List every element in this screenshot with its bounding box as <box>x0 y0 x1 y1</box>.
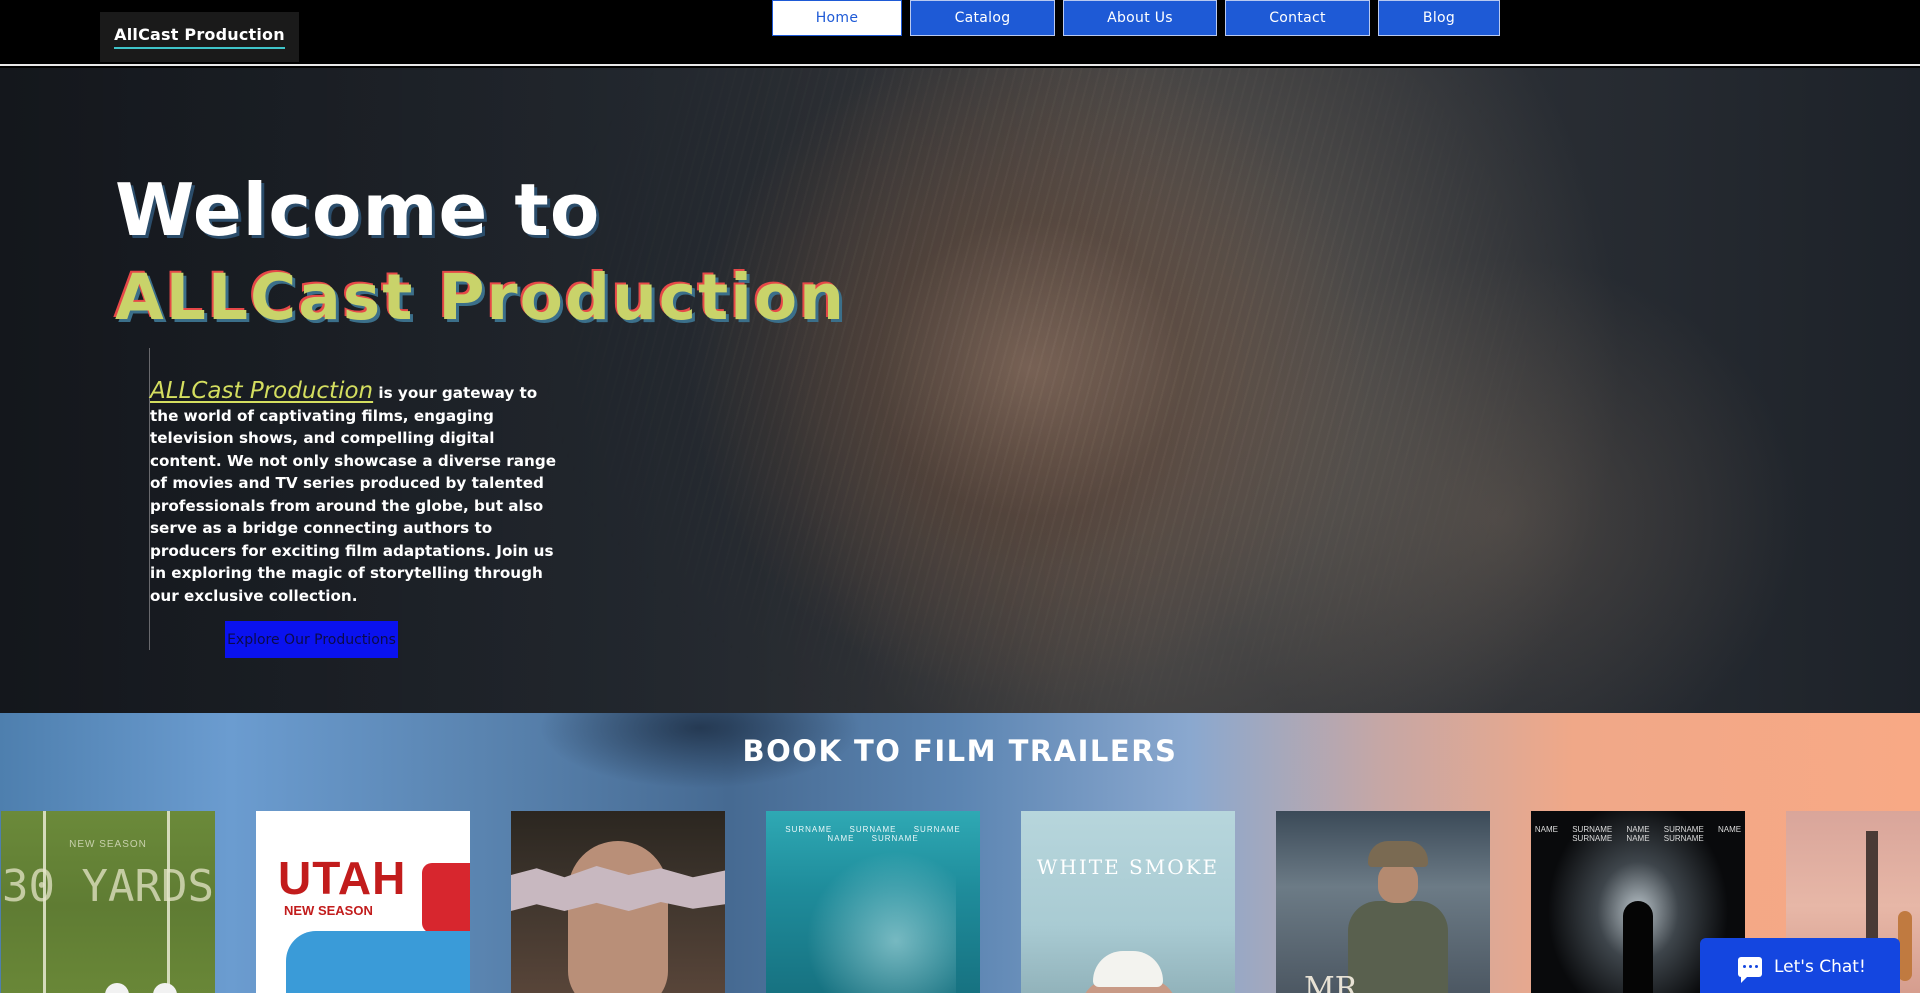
poster-art <box>806 851 956 993</box>
poster-art <box>286 931 470 993</box>
hero-section: Welcome to ALLCast Production ALLCast Pr… <box>0 68 1920 713</box>
trailer-poster-1[interactable]: NEW SEASON 30 YARDS <box>1 811 215 993</box>
nav-contact[interactable]: Contact <box>1225 0 1370 36</box>
site-logo[interactable]: AllCast Production <box>100 12 299 62</box>
trailer-poster-6[interactable]: MR <box>1276 811 1490 993</box>
trailer-poster-4[interactable]: SURNAME SURNAME SURNAME NAME SURNAME <box>766 811 980 993</box>
poster-title: MR <box>1304 971 1358 993</box>
poster-title: 30 YARDS <box>2 861 214 912</box>
hero-brand-title: ALLCast Production <box>115 261 846 334</box>
chat-bubble-icon <box>1738 956 1762 983</box>
poster-art <box>1368 841 1428 867</box>
poster-art <box>511 866 725 911</box>
poster-art <box>568 841 668 993</box>
trailers-section: BOOK TO FILM TRAILERS NEW SEASON 30 YARD… <box>0 713 1920 993</box>
hero-welcome: Welcome to <box>115 168 601 252</box>
nav-about-us[interactable]: About Us <box>1063 0 1217 36</box>
chat-label: Let's Chat! <box>1774 956 1866 977</box>
poster-title: WHITE SMOKE <box>1036 855 1220 879</box>
poster-subtitle: NEW SEASON <box>284 903 373 918</box>
site-header: AllCast Production Home Catalog About Us… <box>0 0 1920 66</box>
poster-subtitle: NEW SEASON <box>69 839 147 850</box>
main-nav: Home Catalog About Us Contact Blog <box>772 0 1500 36</box>
hero-intro-brand-link[interactable]: ALLCast Production <box>150 378 373 404</box>
nav-home[interactable]: Home <box>772 0 902 36</box>
nav-blog[interactable]: Blog <box>1378 0 1500 36</box>
hero-intro: ALLCast Production is your gateway to th… <box>150 380 565 607</box>
poster-credits: NAME SURNAME NAME SURNAME NAME SURNAME N… <box>1534 825 1742 843</box>
hero-intro-text: is your gateway to the world of captivat… <box>150 384 557 605</box>
poster-title: UTAH <box>278 852 407 904</box>
trailer-poster-5[interactable]: WHITE SMOKE <box>1021 811 1235 993</box>
poster-art <box>1623 901 1653 993</box>
carousel-dot[interactable] <box>105 983 129 993</box>
nav-catalog[interactable]: Catalog <box>910 0 1055 36</box>
poster-art <box>1093 951 1163 987</box>
carousel-dot[interactable] <box>153 983 177 993</box>
poster-art <box>1898 911 1912 981</box>
poster-credits: SURNAME SURNAME SURNAME NAME SURNAME <box>785 825 961 843</box>
trailer-poster-3[interactable] <box>511 811 725 993</box>
poster-art <box>1378 863 1418 903</box>
site-logo-text: AllCast Production <box>114 25 285 49</box>
trailer-poster-2[interactable]: UTAH NEW SEASON <box>256 811 470 993</box>
trailers-title: BOOK TO FILM TRAILERS <box>742 734 1178 768</box>
explore-productions-button[interactable]: Explore Our Productions <box>225 621 398 658</box>
chat-widget-button[interactable]: Let's Chat! <box>1700 938 1900 993</box>
